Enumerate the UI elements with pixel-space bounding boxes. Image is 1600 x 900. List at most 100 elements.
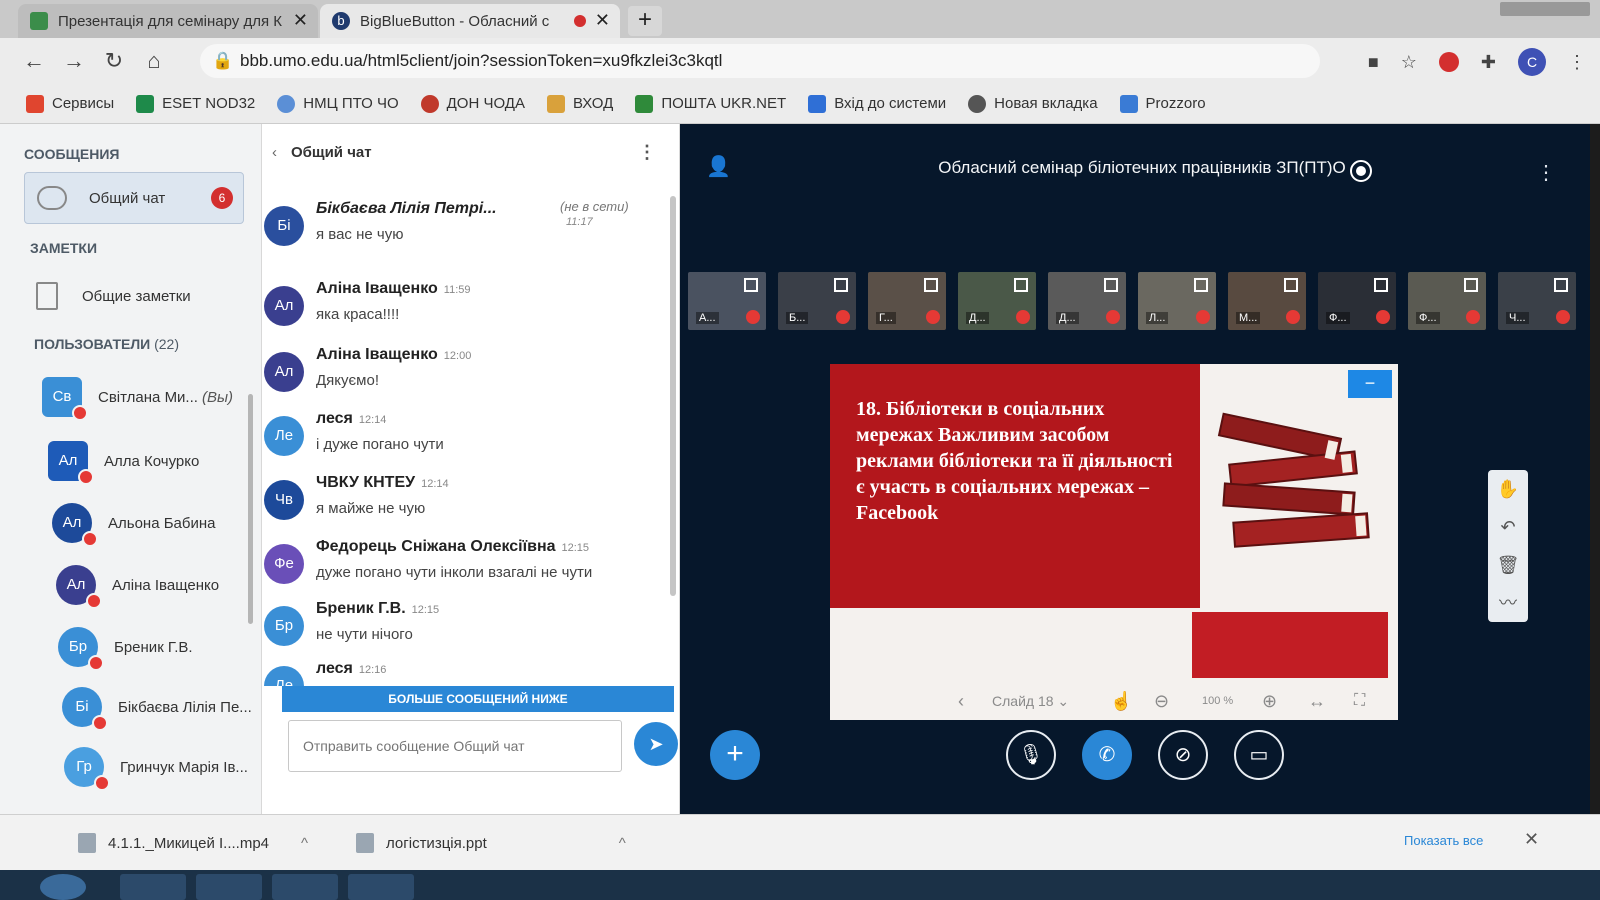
webcam-tile[interactable]: Л... — [1138, 272, 1216, 330]
profile-avatar[interactable]: C — [1518, 48, 1546, 76]
download-item[interactable]: 4.1.1._Микицей І....mp4 ^ — [78, 833, 308, 853]
bookmark-ukrnet[interactable]: ПОШТА UKR.NET — [635, 94, 786, 113]
chevron-left-icon[interactable]: ‹ — [272, 144, 277, 161]
taskbar-app[interactable] — [272, 874, 338, 900]
fullscreen-icon[interactable] — [1104, 278, 1118, 292]
recording-status-icon[interactable] — [1350, 160, 1372, 182]
close-tab-icon[interactable]: ✕ — [293, 10, 308, 31]
fullscreen-icon[interactable] — [1374, 278, 1388, 292]
bookmark-star-icon[interactable]: ☆ — [1401, 52, 1417, 73]
fullscreen-icon[interactable] — [1554, 278, 1568, 292]
share-screen-button[interactable]: ▭ — [1234, 730, 1284, 780]
actions-button[interactable]: + — [710, 730, 760, 780]
address-bar[interactable]: 🔒 bbb.umo.edu.ua/html5client/join?sessio… — [200, 44, 1320, 78]
window-controls[interactable] — [1500, 2, 1590, 16]
chat-options-icon[interactable]: ⋮ — [638, 142, 656, 163]
bookmark-don[interactable]: ДОН ЧОДА — [420, 94, 525, 113]
bookmark-nmc[interactable]: НМЦ ПТО ЧО — [277, 94, 399, 113]
prozzoro-icon — [1119, 94, 1138, 113]
avatar: Фе — [264, 544, 304, 584]
fit-width-icon[interactable]: ↔ — [1308, 691, 1326, 712]
webcam-tile[interactable]: Д... — [958, 272, 1036, 330]
multi-user-whiteboard-icon[interactable]: 〰 — [1488, 584, 1528, 622]
trash-icon[interactable]: 🗑 — [1488, 546, 1528, 584]
chat-scrollbar[interactable] — [670, 196, 676, 596]
user-item[interactable]: Ал Алла Кочурко — [48, 436, 268, 486]
fullscreen-icon[interactable] — [1464, 278, 1478, 292]
bookmark-services[interactable]: Сервисы — [26, 94, 114, 113]
tab-bigbluebutton[interactable]: b BigBlueButton - Обласний с ✕ — [320, 4, 620, 38]
avatar-initials: Св — [52, 388, 72, 405]
leave-audio-button[interactable]: ✆ — [1082, 730, 1132, 780]
user-item[interactable]: Бр Бреник Г.В. — [58, 622, 278, 672]
forward-arrow-icon[interactable]: → — [54, 48, 94, 74]
user-item[interactable]: Ал Аліна Іващенко — [56, 560, 276, 610]
options-menu-icon[interactable]: ⋮ — [1536, 160, 1556, 185]
browser-menu-icon[interactable]: ⋮ — [1568, 52, 1586, 73]
extensions-puzzle-icon[interactable]: ✚ — [1481, 52, 1496, 73]
new-tab-button[interactable]: + — [628, 6, 662, 36]
webcam-tile[interactable]: Ф... — [1408, 272, 1486, 330]
taskbar-app[interactable] — [348, 874, 414, 900]
fullscreen-icon[interactable] — [1194, 278, 1208, 292]
slide-selector[interactable]: Слайд 18 ⌄ — [992, 693, 1069, 710]
toolbar-right: ■ ☆ ✚ C ⋮ — [1368, 48, 1586, 76]
chevron-up-icon[interactable]: ^ — [619, 835, 626, 852]
camera-icon[interactable]: ■ — [1368, 52, 1379, 73]
message-text: і дуже погано чути — [316, 436, 444, 453]
public-chat-item[interactable]: Общий чат 6 — [24, 172, 244, 224]
fullscreen-icon[interactable] — [834, 278, 848, 292]
bookmark-prozzoro[interactable]: Prozzoro — [1119, 94, 1206, 113]
send-message-button[interactable]: ➤ — [634, 722, 678, 766]
show-all-downloads-link[interactable]: Показать все — [1404, 833, 1483, 848]
zoom-in-icon[interactable]: ⊕ — [1262, 691, 1277, 712]
reload-icon[interactable]: ↻ — [94, 48, 134, 74]
webcam-tile[interactable]: Г... — [868, 272, 946, 330]
chevron-up-icon[interactable]: ^ — [301, 835, 308, 852]
undo-icon[interactable]: ↶ — [1488, 508, 1528, 546]
webcam-tile[interactable]: Ф... — [1318, 272, 1396, 330]
webcam-tile[interactable]: А... — [688, 272, 766, 330]
fullscreen-icon[interactable] — [1014, 278, 1028, 292]
user-item[interactable]: Ал Альона Бабина — [52, 498, 272, 548]
more-messages-button[interactable]: БОЛЬШЕ СООБЩЕНИЙ НИЖЕ — [282, 686, 674, 712]
start-button[interactable] — [40, 874, 86, 900]
extension-icon[interactable] — [1438, 52, 1459, 72]
close-tab-icon[interactable]: ✕ — [595, 10, 610, 31]
bookmark-eset[interactable]: ESET NOD32 — [136, 94, 255, 113]
taskbar-app[interactable] — [120, 874, 186, 900]
user-item[interactable]: Гр Гринчук Марія Ів... — [64, 742, 262, 792]
bookmark-new-tab[interactable]: Новая вкладка — [968, 94, 1098, 113]
bookmark-label: Новая вкладка — [994, 95, 1098, 112]
fullscreen-icon[interactable]: ⛶ — [1354, 692, 1365, 710]
zoom-out-icon[interactable]: ⊖ — [1154, 691, 1169, 712]
mute-microphone-button[interactable]: 🎙 — [1006, 730, 1056, 780]
webcam-name: Ф... — [1416, 312, 1440, 324]
user-list-scrollbar[interactable] — [248, 394, 253, 624]
back-arrow-icon[interactable]: ← — [14, 48, 54, 74]
minimize-presentation-button[interactable]: − — [1348, 370, 1392, 398]
webcam-tile[interactable]: Б... — [778, 272, 856, 330]
user-item-you[interactable]: Св Світлана Ми... (Вы) — [42, 372, 262, 422]
fullscreen-icon[interactable] — [744, 278, 758, 292]
webcam-tile[interactable]: М... — [1228, 272, 1306, 330]
user-item[interactable]: Бі Бікбаєва Лілія Пе... — [62, 682, 262, 732]
close-icon[interactable]: ✕ — [1524, 829, 1539, 850]
download-item[interactable]: логістизція.ppt ^ — [356, 833, 626, 853]
share-webcam-button[interactable]: ⊘ — [1158, 730, 1208, 780]
previous-slide-icon[interactable]: ‹ — [958, 691, 964, 712]
sender-name-text: Аліна Іващенко — [316, 346, 438, 363]
webcam-tile[interactable]: Д... — [1048, 272, 1126, 330]
chat-message-input[interactable] — [288, 720, 622, 772]
taskbar-app[interactable] — [196, 874, 262, 900]
bookmark-vhod[interactable]: ВХОД — [546, 94, 613, 113]
fullscreen-icon[interactable] — [924, 278, 938, 292]
shared-notes-item[interactable]: Общие заметки — [36, 282, 191, 310]
download-filename: логістизція.ppt — [386, 834, 487, 852]
fullscreen-icon[interactable] — [1284, 278, 1298, 292]
hand-tool-icon[interactable]: ✋ — [1488, 470, 1528, 508]
home-icon[interactable]: ⌂ — [134, 48, 174, 74]
bookmark-login[interactable]: Вхід до системи — [808, 94, 946, 113]
webcam-tile[interactable]: Ч... — [1498, 272, 1576, 330]
tab-presentation[interactable]: Презентація для семінару для К ✕ — [18, 4, 318, 38]
